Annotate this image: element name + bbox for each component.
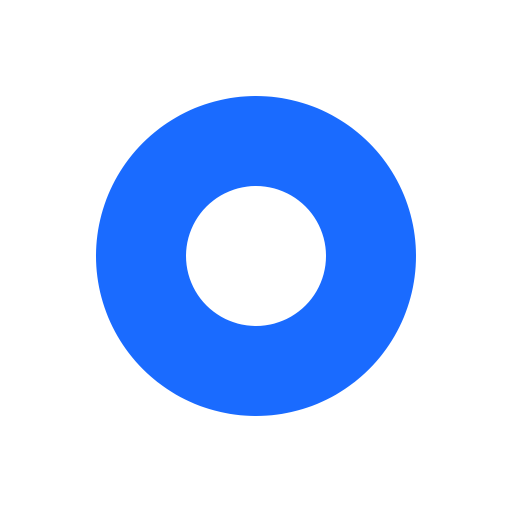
ring-shape	[95, 96, 416, 416]
ring-icon	[95, 96, 416, 416]
icon-canvas	[0, 0, 512, 512]
